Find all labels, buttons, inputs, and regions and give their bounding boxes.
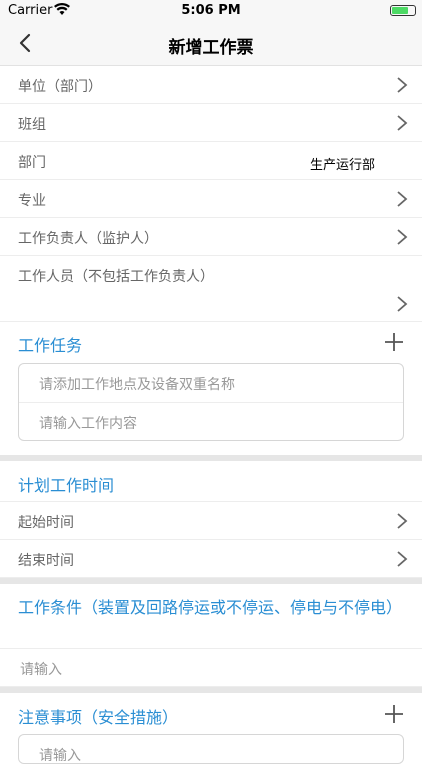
status-bar: Carrier 5:06 PM [0, 0, 422, 22]
condition-input[interactable]: 请输入 [20, 659, 62, 679]
row-label: 单位（部门） [18, 79, 102, 95]
task-section-title: 工作任务 [18, 336, 83, 355]
department-value: 生产运行部 [310, 158, 376, 173]
row-divider [0, 648, 422, 649]
row-unit[interactable]: 单位（部门） [0, 66, 422, 104]
row-label: 结束时间 [18, 553, 74, 569]
time-section-title: 计划工作时间 [18, 476, 115, 495]
nav-bar: 新增工作票 [0, 22, 422, 66]
add-task-icon[interactable] [384, 332, 404, 352]
task-input-box: 请添加工作地点及设备双重名称 请输入工作内容 [18, 363, 404, 441]
row-label: 起始时间 [18, 515, 74, 531]
chevron-right-icon [397, 229, 408, 245]
section-divider [0, 687, 422, 693]
notice-input[interactable]: 请输入 [39, 745, 81, 765]
condition-section-title: 工作条件（装置及回路停运或不停运、停电与不停电） [18, 598, 403, 617]
notice-section-title: 注意事项（安全措施） [18, 708, 179, 727]
row-work-staff[interactable]: 工作人员（不包括工作负责人） [0, 256, 422, 322]
chevron-right-icon [397, 551, 408, 567]
work-location-input[interactable]: 请添加工作地点及设备双重名称 [39, 374, 235, 394]
work-content-input[interactable]: 请输入工作内容 [39, 413, 137, 433]
row-work-leader[interactable]: 工作负责人（监护人） [0, 218, 422, 256]
row-label: 专业 [18, 193, 46, 209]
page-title: 新增工作票 [168, 38, 254, 58]
row-label: 工作人员（不包括工作负责人） [18, 269, 214, 285]
row-label: 部门 [18, 155, 46, 171]
row-label: 工作负责人（监护人） [18, 231, 158, 247]
row-team[interactable]: 班组 [0, 104, 422, 142]
chevron-right-icon [397, 191, 408, 207]
notice-input-box[interactable]: 请输入 [18, 734, 404, 764]
chevron-right-icon [397, 115, 408, 131]
chevron-right-icon [397, 513, 408, 529]
section-divider [0, 578, 422, 584]
section-divider [0, 455, 422, 461]
battery-icon [390, 5, 416, 16]
chevron-right-icon [397, 296, 408, 312]
row-specialty[interactable]: 专业 [0, 180, 422, 218]
row-start-time[interactable]: 起始时间 [0, 502, 422, 540]
chevron-right-icon [397, 77, 408, 93]
clock: 5:06 PM [181, 3, 241, 18]
row-end-time[interactable]: 结束时间 [0, 540, 422, 578]
row-department: 部门 生产运行部 [0, 142, 422, 180]
add-notice-icon[interactable] [384, 704, 404, 724]
row-label: 班组 [18, 117, 46, 133]
